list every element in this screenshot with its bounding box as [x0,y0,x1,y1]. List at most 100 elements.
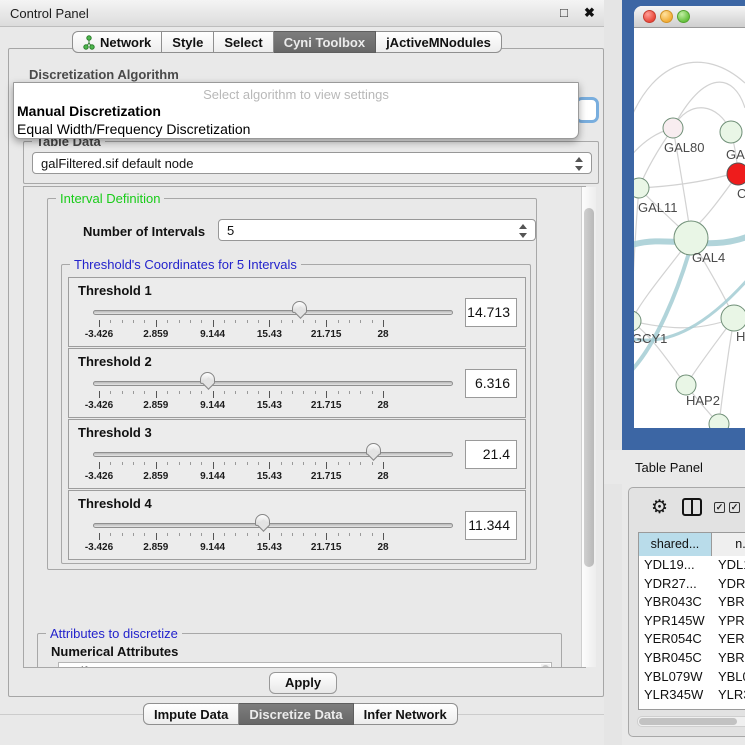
checkbox-icon[interactable]: ✓ [714,502,725,513]
app-root: Control Panel □ ✖ Network Style Select Cyni… [0,0,745,745]
bottom-tab-impute-data[interactable]: Impute Data [143,703,239,725]
tab-network[interactable]: Network [72,31,162,53]
close-icon[interactable]: ✖ [584,5,595,21]
gear-icon[interactable]: ⚙ [651,496,668,519]
cyni-toolbox-panel: Discretization Algorithm Select algorith… [8,48,604,697]
bottom-tab-infer-network[interactable]: Infer Network [354,703,458,725]
threshold-value-field[interactable]: 21.4 [465,440,517,469]
attribute-list-item[interactable]: SelfLoops [59,663,551,668]
number-of-intervals-combo[interactable]: 5 [218,219,536,241]
table-row[interactable]: YBL079WYBL0... [639,668,745,687]
tab-label: Select [224,35,262,50]
table-row[interactable]: YDR27...YDR2... [639,575,745,594]
network-node-label: GAL80 [664,140,704,155]
bottom-tab-discretize-data[interactable]: Discretize Data [239,703,353,725]
table-row[interactable]: YBR043CYBR0... [639,593,745,612]
table-row[interactable]: YLR345WYLR3... [639,686,745,705]
apply-button[interactable]: Apply [269,672,337,694]
network-view-titlebar[interactable] [634,6,745,28]
checkbox-icon[interactable]: ✓ [729,502,740,513]
network-node-green[interactable] [720,121,742,143]
top-tab-bar: Network Style Select Cyni ToolboxjActiveMNo… [72,31,502,53]
mac-minimize-icon[interactable] [660,10,673,23]
threshold-value-field[interactable]: 14.713 [465,298,517,327]
table-horizontal-scrollbar[interactable] [637,716,745,727]
table-cell: YIL052C [639,705,712,710]
mac-close-icon[interactable] [643,10,656,23]
slider-track[interactable] [93,452,453,457]
table-cell: YPR1... [712,612,745,631]
interval-definition-label: Interval Definition [56,191,164,206]
table-column-header[interactable]: n... [712,533,745,556]
network-node-red[interactable] [727,163,745,185]
slider-track[interactable] [93,310,453,315]
table-row[interactable]: YBR045CYBR0... [639,649,745,668]
mac-zoom-icon[interactable] [677,10,690,23]
threshold-slider[interactable]: -3.4262.8599.14415.4321.71528 [69,491,459,567]
network-edge[interactable] [634,62,745,123]
network-node-label: H [736,329,745,344]
network-edge[interactable] [634,318,734,328]
threshold-value-field[interactable]: 6.316 [465,369,517,398]
popup-item-equal-width-frequency[interactable]: Equal Width/Frequency Discretization [14,120,578,138]
table-row[interactable]: YDL19...YDL1... [639,556,745,575]
numerical-attributes-list[interactable]: SelfLoopsTopologicalCoefficientBetweenne… [58,662,552,668]
tab-label: Network [100,35,151,50]
table-row[interactable]: YER054CYER0... [639,630,745,649]
tab-cyni-toolbox[interactable]: Cyni Toolbox [274,31,376,53]
float-window-icon[interactable]: □ [560,5,568,20]
window-title: Control Panel [10,6,89,21]
table-panel: ⚙ ✓ ✓ shared...n...YDL19...YDL1...YDR27.… [628,487,745,737]
table-row[interactable]: YPR145WYPR1... [639,612,745,631]
threshold-slider[interactable]: -3.4262.8599.14415.4321.71528 [69,349,459,425]
network-node-pink[interactable] [663,118,683,138]
table-cell: YDL19... [639,556,712,575]
table-data-combo[interactable]: galFiltered.sif default node [32,152,592,174]
table-panel-toolbar: ⚙ ✓ ✓ [629,494,745,524]
table-cell: YBR045C [639,649,712,668]
network-node-green[interactable] [634,178,649,198]
discretization-algorithm-group-label: Discretization Algorithm [29,67,179,82]
threshold-value-field[interactable]: 11.344 [465,511,517,540]
threshold-slider[interactable]: -3.4262.8599.14415.4321.71528 [69,420,459,496]
slider-tick-labels: -3.4262.8599.14415.4321.71528 [99,329,383,341]
slider-tick-labels: -3.4262.8599.14415.4321.71528 [99,471,383,483]
settings-scrollpane: Interval Definition Number of Intervals … [23,186,586,668]
table-panel-header: Table Panel [604,450,745,484]
attributes-group: Attributes to discretize Numerical Attri… [37,633,562,668]
network-node-green[interactable] [721,305,745,331]
panel-splitter[interactable] [604,0,622,745]
table-cell: YBL0... [712,668,745,687]
table-row[interactable]: YIL052CYIL0... [639,705,745,710]
slider-ticks [99,462,383,470]
columns-icon[interactable] [682,498,702,516]
tab-jactivemnodules[interactable]: jActiveMNodules [376,31,502,53]
network-node-green[interactable] [676,375,696,395]
algorithm-popup-hint: Select algorithm to view settings [14,83,578,102]
bottom-tab-bar: Impute DataDiscretize DataInfer Network [143,703,458,726]
table-data-combo-value: galFiltered.sif default node [41,156,193,171]
table-cell: YLR3... [712,686,745,705]
settings-vertical-scrollbar[interactable] [581,187,596,667]
threshold-1-box: Threshold 1-3.4262.8599.14415.4321.71528… [68,277,526,347]
network-edge[interactable] [719,318,734,424]
slider-handle[interactable] [255,514,270,526]
network-canvas[interactable]: GAL80GAL8CGAL11GAL4GCY1HHAP2 [634,28,745,428]
attributes-scrollbar[interactable] [541,664,550,668]
slider-handle[interactable] [200,372,215,384]
slider-track[interactable] [93,381,453,386]
slider-handle[interactable] [292,301,307,313]
threshold-slider[interactable]: -3.4262.8599.14415.4321.71528 [69,278,459,354]
slider-track[interactable] [93,523,453,528]
slider-handle[interactable] [366,443,381,455]
number-of-intervals-label: Number of Intervals [83,224,205,239]
tab-select[interactable]: Select [214,31,273,53]
control-panel-titlebar: Control Panel □ ✖ [0,0,622,27]
network-node-label: HAP2 [686,393,720,408]
node-attribute-table: shared...n...YDL19...YDL1...YDR27...YDR2… [638,532,745,710]
table-cell: YDR27... [639,575,712,594]
tab-style[interactable]: Style [162,31,214,53]
popup-item-manual-discretization[interactable]: Manual Discretization [14,102,578,120]
table-cell: YER054C [639,630,712,649]
table-column-header[interactable]: shared... [639,533,712,556]
